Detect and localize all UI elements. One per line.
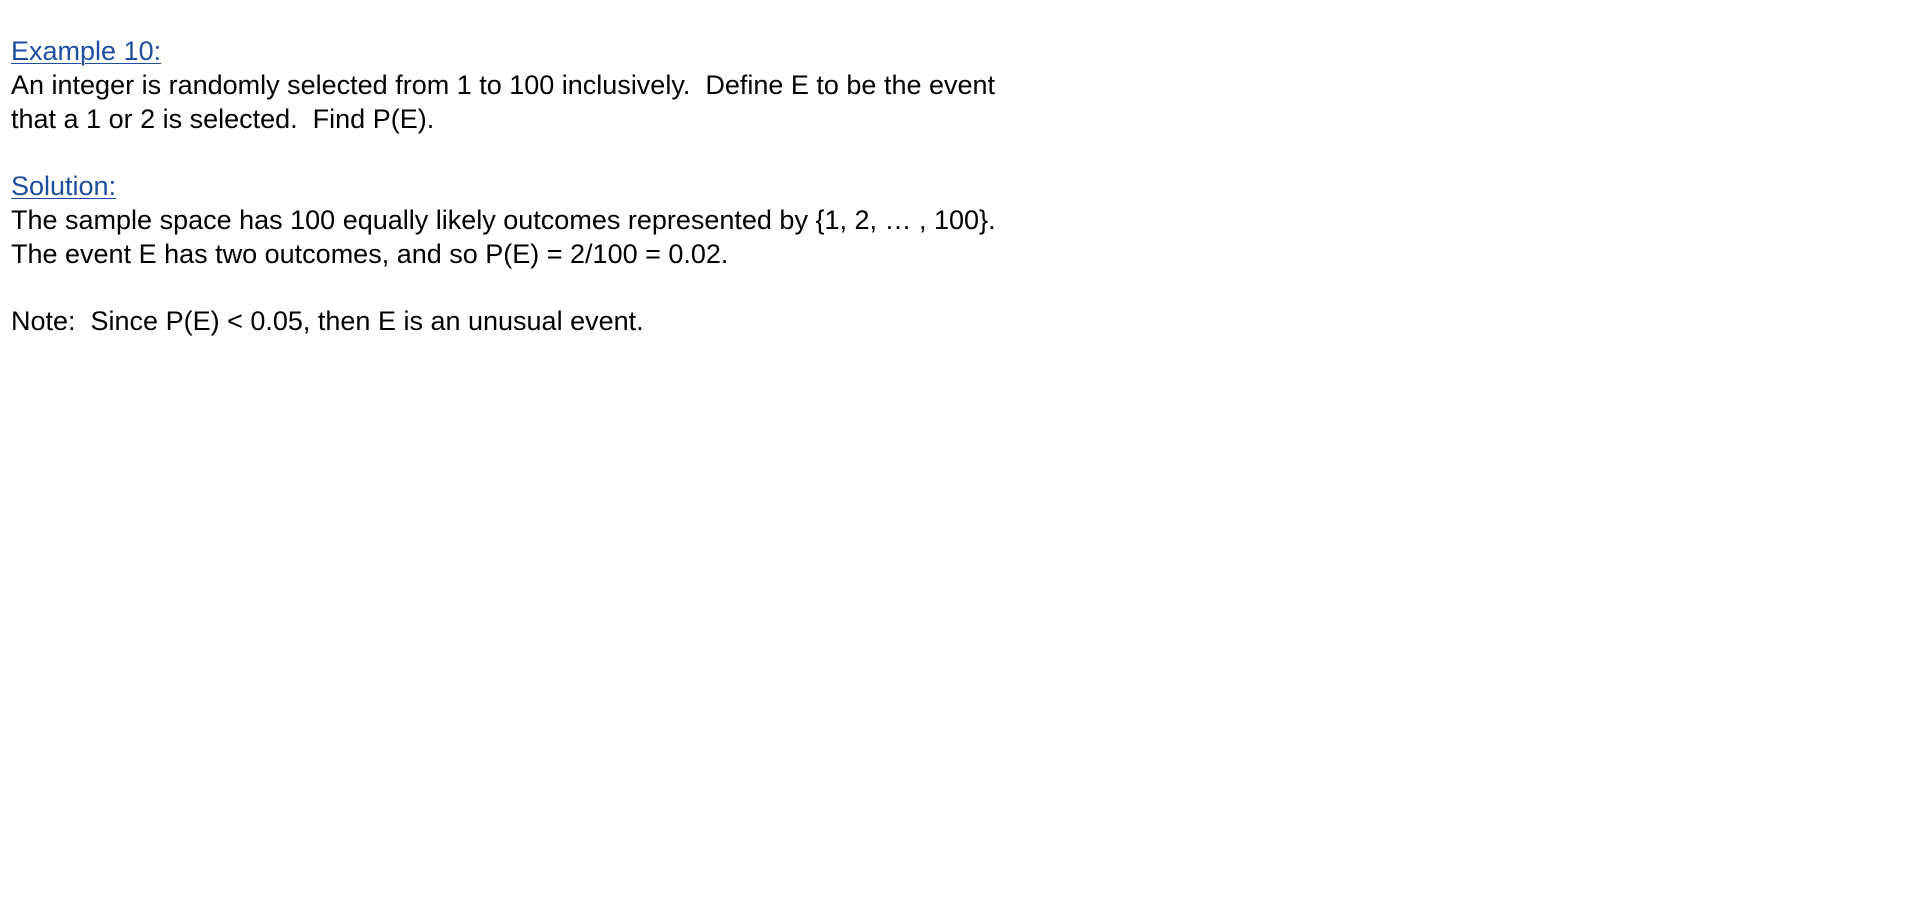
- solution-text-line-2: The event E has two outcomes, and so P(E…: [11, 239, 729, 269]
- note-text: Note: Since P(E) < 0.05, then E is an un…: [11, 306, 644, 336]
- solution-text-line-1: The sample space has 100 equally likely …: [11, 205, 996, 235]
- example-heading: Example 10:: [11, 36, 162, 66]
- example-text-line-2: that a 1 or 2 is selected. Find P(E).: [11, 104, 435, 134]
- solution-heading: Solution:: [11, 171, 117, 201]
- example-text-line-1: An integer is randomly selected from 1 t…: [11, 70, 996, 100]
- document-page: Example 10: An integer is randomly selec…: [11, 34, 1891, 338]
